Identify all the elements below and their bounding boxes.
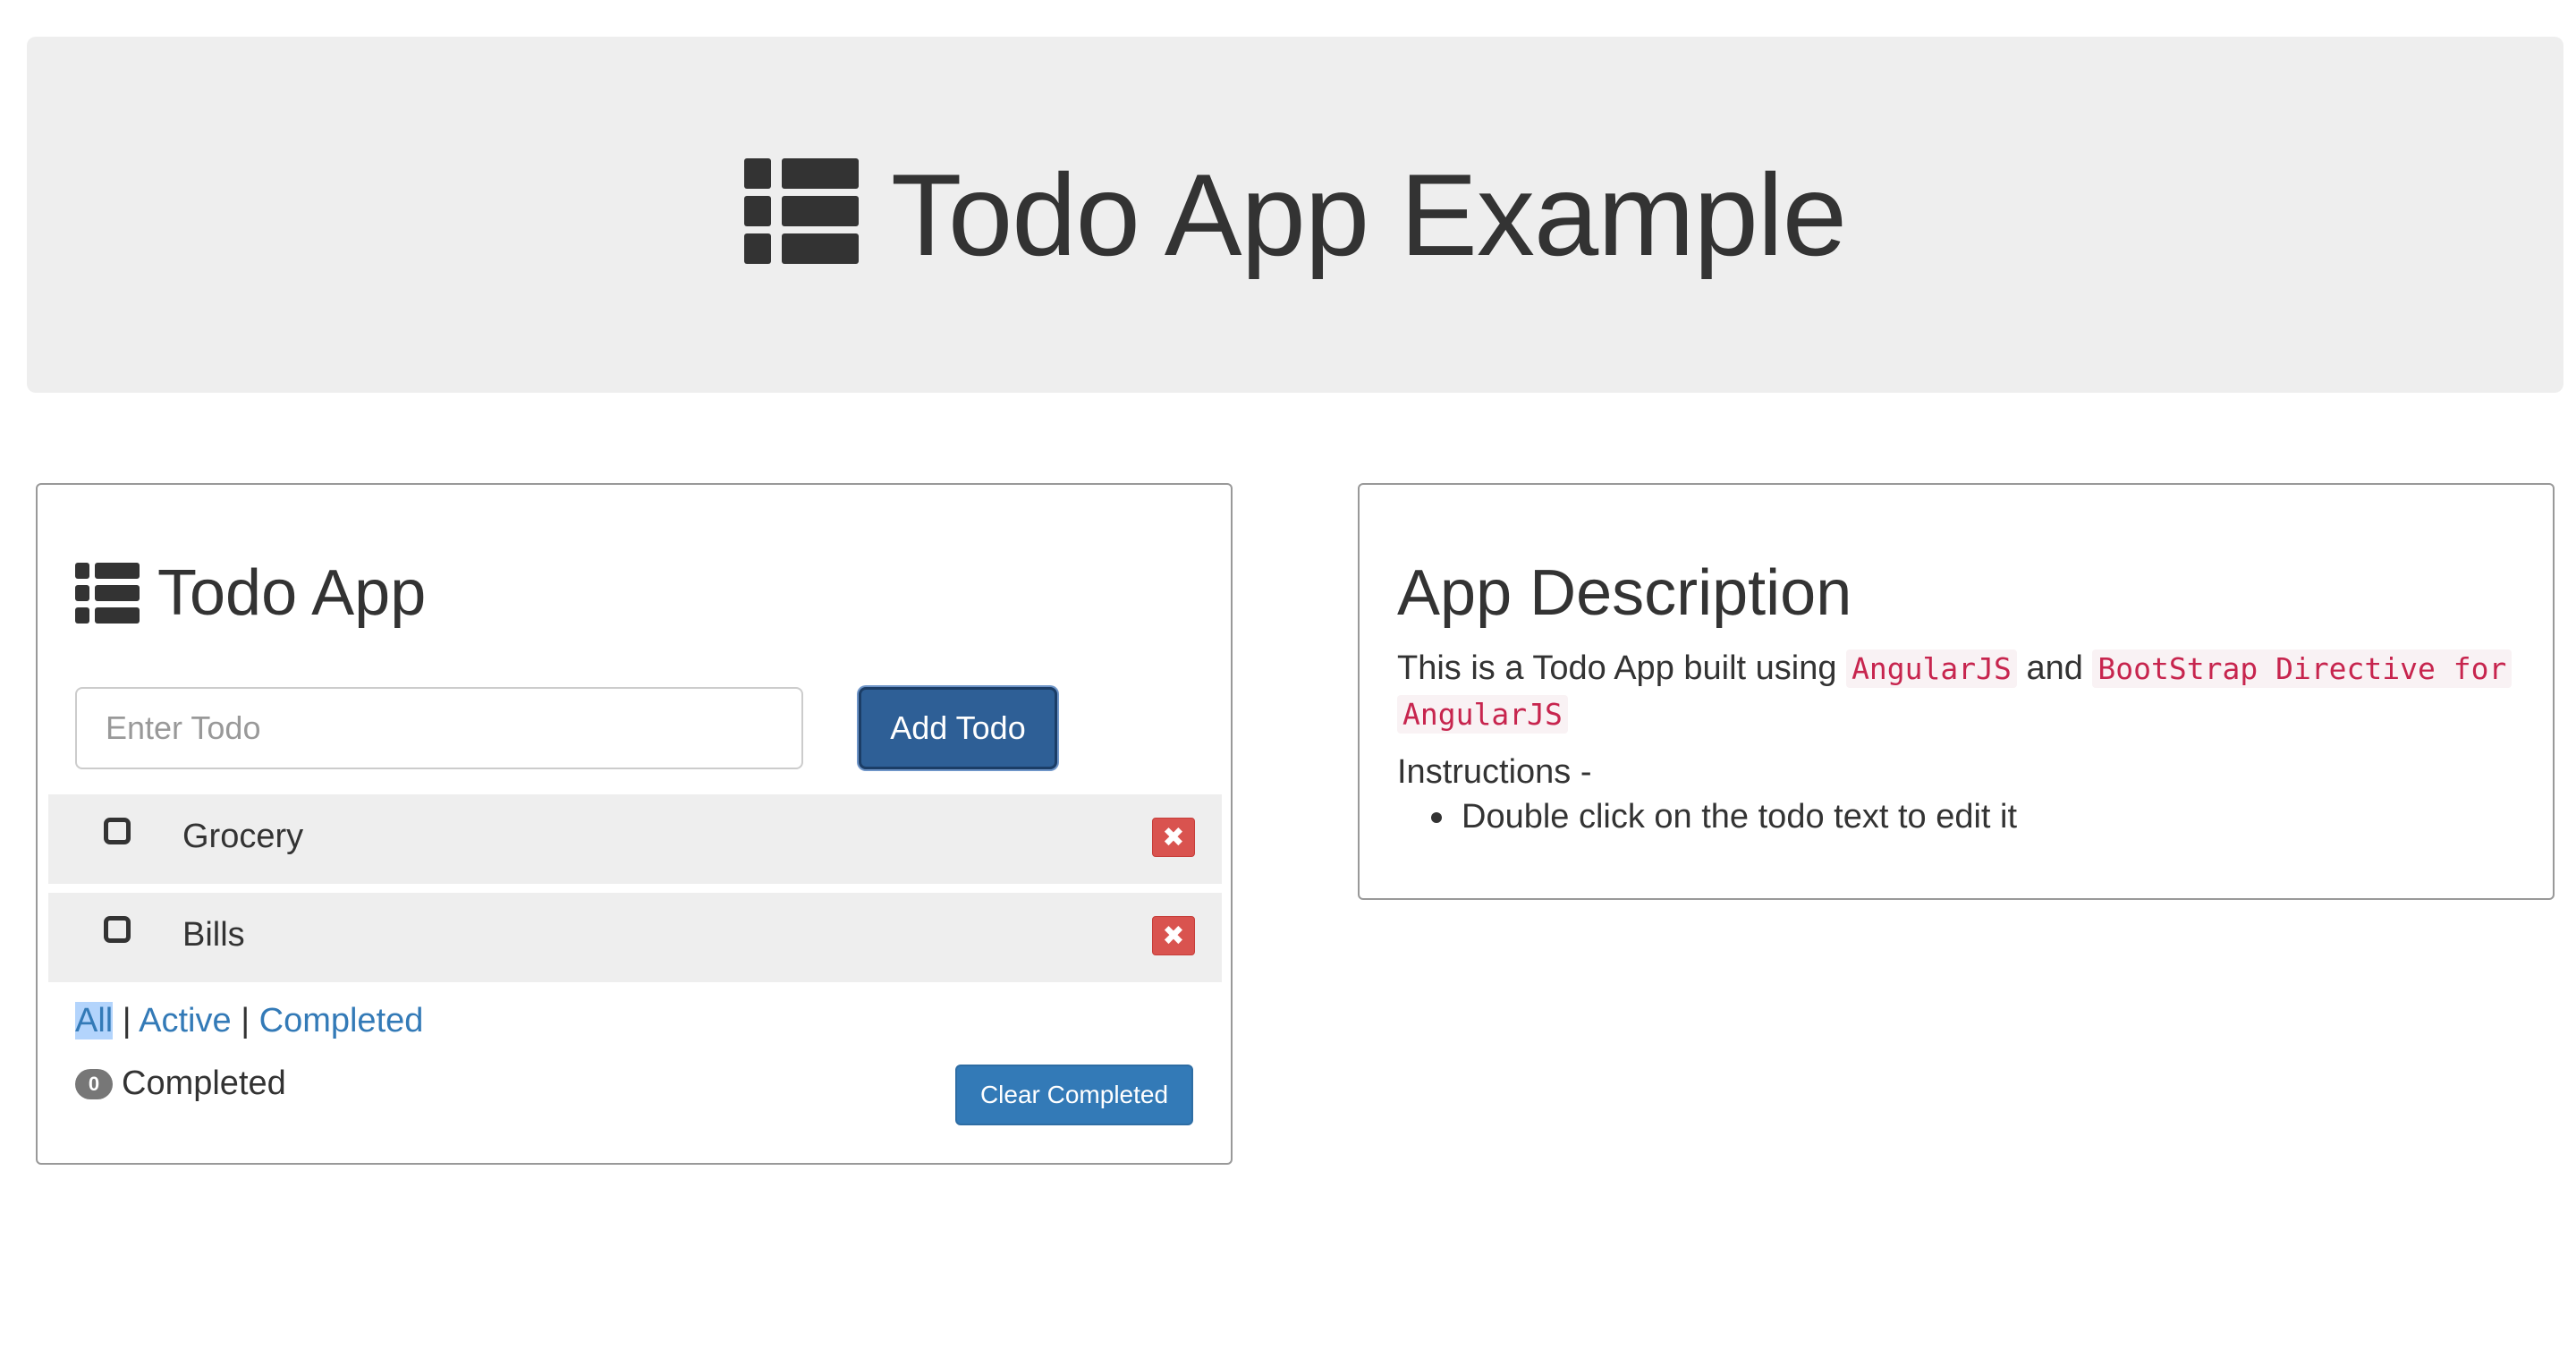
todo-item[interactable]: Grocery ✖ (48, 794, 1222, 884)
instruction-item: Double click on the todo text to edit it (1462, 798, 2018, 836)
list-icon (75, 563, 140, 624)
filter-all-link[interactable]: All (75, 1002, 114, 1039)
filter-separator: | (241, 1002, 250, 1039)
completed-count-label: Completed (122, 1065, 286, 1102)
delete-todo-button[interactable]: ✖ (1152, 916, 1195, 955)
close-icon: ✖ (1162, 920, 1185, 952)
filter-links: All | Active | Completed (75, 1002, 423, 1040)
todo-text[interactable]: Grocery (182, 818, 303, 856)
filter-completed-link[interactable]: Completed (259, 1002, 424, 1039)
delete-todo-button[interactable]: ✖ (1152, 818, 1195, 857)
code-angularjs-2: AngularJS (1397, 695, 1568, 734)
todo-panel-title: Todo App (75, 556, 426, 630)
todo-text[interactable]: Bills (182, 916, 245, 954)
page-header: Todo App Example (27, 37, 2563, 393)
description-title: App Description (1397, 557, 1852, 629)
close-icon: ✖ (1162, 821, 1185, 853)
instructions-list: Double click on the todo text to edit it (1431, 798, 2017, 836)
description-and: and (2026, 649, 2083, 687)
todo-item[interactable]: Bills ✖ (48, 893, 1222, 982)
todo-panel: Todo App Add Todo Grocery ✖ Bills ✖ All … (36, 483, 1233, 1165)
todo-panel-title-text: Todo App (157, 557, 427, 629)
page-title-text: Todo App Example (890, 149, 1847, 280)
description-intro: This is a Todo App built using (1397, 649, 1837, 687)
filter-active-link[interactable]: Active (139, 1002, 231, 1039)
todo-input[interactable] (75, 687, 803, 769)
description-panel: App Description This is a Todo App built… (1358, 483, 2555, 900)
code-angularjs: AngularJS (1846, 649, 2017, 688)
page-title: Todo App Example (743, 148, 1847, 282)
completed-count: 0 Completed (75, 1065, 286, 1103)
instructions-label: Instructions - (1397, 753, 1592, 791)
add-todo-button[interactable]: Add Todo (859, 687, 1057, 769)
description-text: This is a Todo App built using AngularJS… (1397, 646, 2524, 737)
clear-completed-button[interactable]: Clear Completed (955, 1065, 1193, 1125)
todo-checkbox[interactable] (104, 916, 131, 943)
todo-checkbox[interactable] (104, 818, 131, 844)
completed-count-badge: 0 (75, 1068, 113, 1099)
bullet-icon (1431, 811, 1442, 823)
code-bootstrap-directive: BootStrap Directive for (2092, 649, 2512, 688)
list-icon (743, 158, 859, 264)
filter-separator: | (122, 1002, 131, 1039)
